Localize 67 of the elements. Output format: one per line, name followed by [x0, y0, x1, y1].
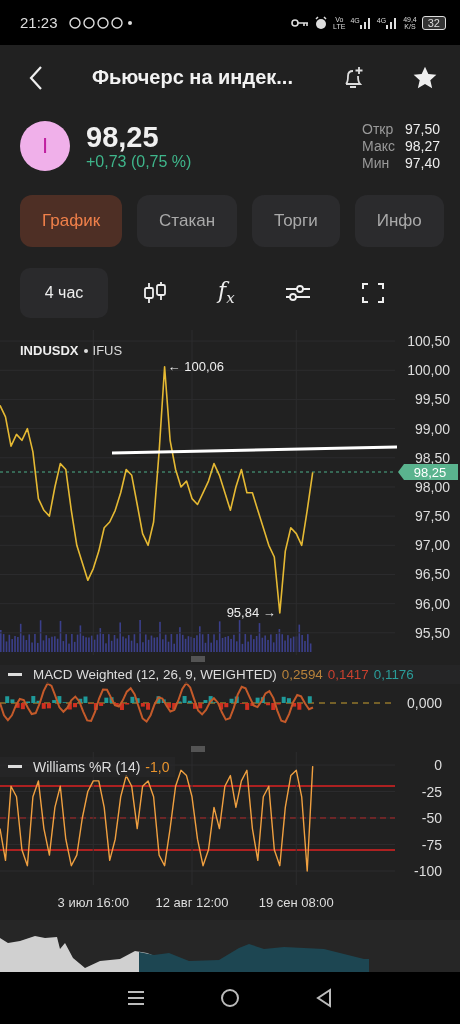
alarm-icon — [314, 15, 329, 30]
stat-label: Откр — [362, 120, 395, 138]
stat-value: 98,27 — [404, 137, 440, 155]
axis-label: -25 — [421, 783, 442, 800]
stat-value: 97,50 — [404, 120, 440, 138]
indicator-value: -1,0 — [145, 759, 170, 775]
axis-label: -100 — [413, 863, 442, 879]
indicator-title: MACD Weighted (12, 26, 9, WEIGHTED) — [33, 667, 277, 682]
stat-label: Макс — [362, 137, 395, 155]
dot-icon — [83, 348, 88, 353]
axis-label: 96,00 — [414, 595, 450, 612]
candlestick-icon[interactable] — [142, 281, 168, 305]
tab[interactable]: Инфо — [354, 195, 444, 247]
signal-icon — [386, 16, 399, 29]
menu-icon[interactable] — [127, 990, 146, 1006]
fullscreen-icon[interactable] — [360, 281, 385, 305]
axis-label: 99,00 — [414, 420, 450, 437]
axis-label: 97,50 — [414, 508, 450, 525]
tab[interactable]: График — [20, 195, 123, 247]
stat-label: Мин — [362, 154, 391, 172]
price-change: +0,73 (0,75 %) — [86, 153, 193, 171]
page-title: Фьючерс на индек... — [91, 66, 294, 89]
tab[interactable]: Стакан — [137, 195, 238, 247]
instrument-avatar: I — [20, 121, 70, 171]
indicator-title: Williams %R (14) — [33, 759, 141, 775]
notification-icon — [68, 15, 133, 30]
formula-button[interactable]: f$_{x}$ — [218, 278, 235, 308]
drag-handle-icon[interactable] — [191, 745, 205, 752]
axis-label: 95,50 — [414, 624, 450, 641]
price-value: 98,25 — [86, 121, 160, 153]
extreme-label: ← 100,06 — [167, 358, 224, 374]
axis-label: 98,50 — [414, 449, 450, 466]
indicator-value: 0,1176 — [373, 667, 414, 682]
indicator-value: 0,1417 — [327, 667, 369, 682]
axis-label: 12 авг 12:00 — [155, 895, 229, 910]
signal-icon — [359, 16, 372, 29]
axis-label: -75 — [421, 836, 442, 853]
axis-label: 0 — [434, 757, 442, 774]
tab[interactable]: Торги — [252, 195, 340, 247]
drag-handle-icon[interactable] — [191, 655, 205, 662]
axis-label: 96,50 — [414, 566, 450, 583]
axis-label: 100,50 — [407, 333, 450, 350]
back-icon[interactable] — [314, 988, 333, 1008]
sliders-icon[interactable] — [284, 282, 311, 304]
home-icon[interactable] — [220, 988, 240, 1008]
key-icon — [291, 17, 310, 28]
collapse-icon[interactable] — [8, 765, 22, 769]
interval-button[interactable]: 4 час — [20, 268, 108, 318]
axis-label: 19 сен 08:00 — [258, 895, 334, 910]
extreme-label: 95,84 → — [226, 605, 276, 620]
axis-label: 3 июл 16:00 — [57, 895, 129, 910]
axis-label: 99,50 — [414, 391, 450, 408]
exchange-label: IFUS — [92, 343, 123, 358]
ticker-label: INDUSDX — [20, 343, 79, 358]
axis-label: 97,00 — [414, 537, 450, 554]
axis-label: 100,00 — [407, 362, 450, 379]
price-badge: 98,25 — [398, 464, 458, 481]
axis-label: 98,00 — [414, 478, 450, 495]
status-time: 21:23 — [20, 14, 58, 31]
axis-label: -50 — [421, 810, 442, 826]
trend-line[interactable] — [112, 445, 397, 455]
battery-indicator: 32 — [421, 15, 446, 30]
axis-label: 0,000 — [406, 695, 442, 711]
collapse-icon[interactable] — [8, 672, 22, 677]
indicator-value: 0,2594 — [281, 667, 323, 682]
back-icon[interactable] — [28, 64, 44, 91]
stat-value: 97,40 — [404, 154, 440, 172]
